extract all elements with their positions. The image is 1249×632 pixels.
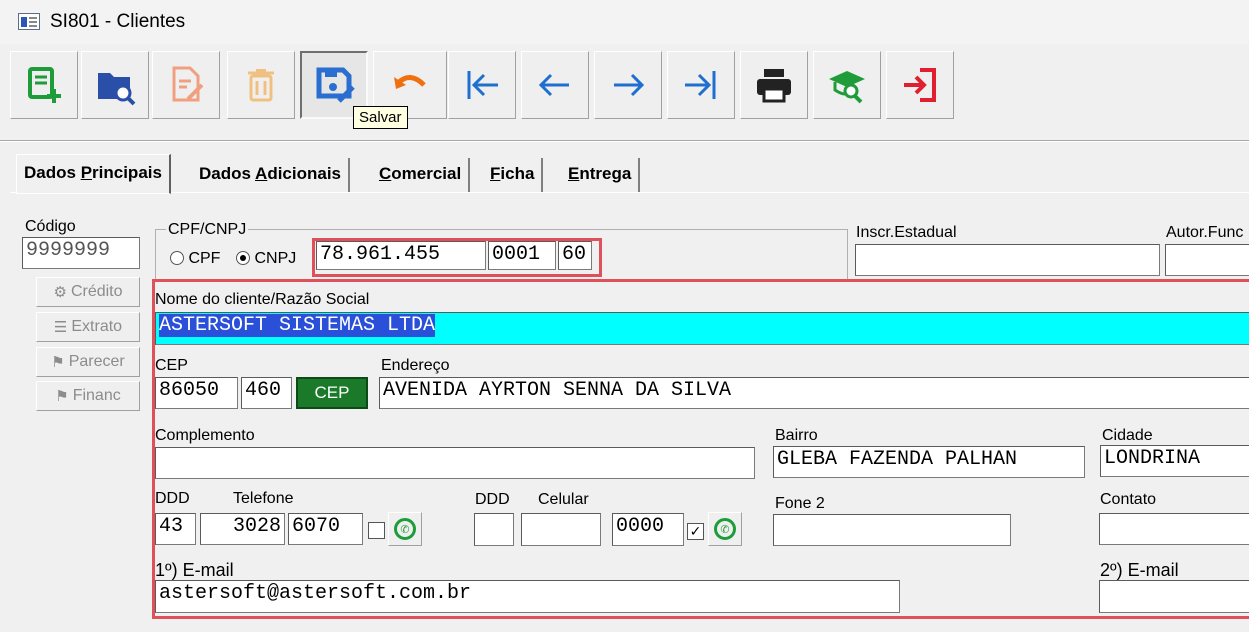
cpf-radio[interactable] [170, 251, 184, 265]
save-icon [316, 67, 355, 103]
exit-button[interactable] [886, 51, 954, 119]
tab-ficha[interactable]: Ficha [483, 158, 544, 192]
celular-field-2[interactable]: 0000 [612, 513, 684, 546]
autor-func-field[interactable] [1165, 244, 1249, 276]
bairro-field[interactable]: GLEBA FAZENDA PALHAN [773, 446, 1085, 478]
cnpj-radio[interactable] [236, 251, 250, 265]
search-folder-icon [98, 73, 136, 106]
new-button[interactable] [10, 51, 78, 119]
open-button[interactable] [81, 51, 149, 119]
delete-button[interactable] [227, 51, 295, 119]
first-record-button[interactable] [448, 51, 516, 119]
codigo-field[interactable]: 9999999 [22, 237, 140, 269]
ddd-label: DDD [155, 490, 190, 507]
telefone-whatsapp-button[interactable]: ✆ [388, 512, 422, 546]
fone2-field[interactable] [773, 514, 1011, 546]
ddd-celular-label: DDD [475, 491, 510, 508]
email1-field[interactable]: astersoft@astersoft.com.br [155, 580, 900, 613]
app-icon [18, 13, 40, 30]
last-record-button[interactable] [667, 51, 735, 119]
print-button[interactable] [740, 51, 808, 119]
endereco-field[interactable]: AVENIDA AYRTON SENNA DA SILVA [379, 377, 1249, 409]
cep-field-2[interactable]: 460 [241, 377, 292, 409]
next-record-icon [614, 73, 645, 97]
printer-icon [757, 69, 791, 103]
edit-document-icon [172, 66, 204, 102]
fone2-label: Fone 2 [775, 495, 825, 512]
tab-dados-adicionais[interactable]: Dados Adicionais [192, 158, 351, 192]
ddd-celular-field[interactable] [474, 513, 514, 546]
cep-lookup-button[interactable]: CEP [296, 377, 368, 409]
tab-dados-principais[interactable]: Dados Principais [16, 154, 171, 194]
trash-icon [248, 69, 274, 102]
endereco-label: Endereço [381, 357, 450, 374]
cpf-cnpj-label: CPF/CNPJ [166, 221, 249, 239]
nome-field[interactable]: ASTERSOFT SISTEMAS LTDA [155, 312, 1249, 345]
celular-whatsapp-button[interactable]: ✆ [708, 512, 742, 546]
financ-button[interactable]: ⚑ Financ [36, 381, 140, 411]
complemento-field[interactable] [155, 447, 755, 479]
telefone-whatsapp-checkbox[interactable] [368, 522, 385, 539]
cnpj-filial-field[interactable]: 0001 [488, 241, 556, 270]
inscr-estadual-label: Inscr.Estadual [856, 224, 957, 241]
previous-record-button[interactable] [521, 51, 589, 119]
search-hat-icon [829, 71, 865, 104]
complemento-label: Complemento [155, 427, 255, 444]
tab-panel-border [10, 192, 1249, 194]
undo-icon [394, 75, 426, 89]
autor-func-label: Autor.Func [1166, 224, 1244, 241]
ddd-field[interactable]: 43 [155, 513, 196, 545]
toolbar-separator [0, 140, 1249, 142]
celular-label: Celular [538, 491, 589, 508]
edit-button[interactable] [152, 51, 220, 119]
telefone-field-2[interactable]: 6070 [288, 513, 363, 545]
parecer-button[interactable]: ⚑ Parecer [36, 347, 140, 377]
telefone-label: Telefone [233, 490, 294, 507]
next-record-button[interactable] [594, 51, 662, 119]
cnpj-radio-option[interactable]: CNPJ [236, 249, 296, 268]
last-record-icon [685, 71, 716, 99]
cpf-radio-option[interactable]: CPF [170, 249, 220, 268]
previous-record-icon [538, 73, 569, 97]
tab-entrega[interactable]: Entrega [561, 158, 641, 192]
credito-button[interactable]: ⚙ Crédito [36, 277, 140, 307]
title-bar [0, 0, 1249, 44]
email2-label: 2º) E-mail [1100, 560, 1179, 580]
save-tooltip: Salvar [353, 106, 408, 129]
bairro-label: Bairro [775, 427, 818, 444]
celular-field-1[interactable] [521, 513, 601, 546]
cidade-field[interactable]: LONDRINA [1100, 445, 1249, 477]
statement-icon: ☰ [53, 319, 68, 336]
opinion-icon: ⚑ [51, 354, 65, 371]
nome-label: Nome do cliente/Razão Social [155, 291, 370, 308]
extrato-button[interactable]: ☰ Extrato [36, 312, 140, 342]
email1-label: 1º) E-mail [155, 560, 234, 580]
cidade-label: Cidade [1102, 427, 1153, 444]
cnpj-dv-field[interactable]: 60 [558, 241, 592, 270]
cep-label: CEP [155, 357, 188, 374]
window-title: SI801 - Clientes [50, 11, 186, 32]
search-button[interactable] [813, 51, 881, 119]
first-record-icon [467, 71, 498, 99]
codigo-label: Código [25, 218, 76, 235]
whatsapp-icon: ✆ [714, 518, 736, 540]
inscr-estadual-field[interactable] [855, 244, 1160, 276]
whatsapp-icon: ✆ [394, 518, 416, 540]
credit-icon: ⚙ [53, 284, 67, 301]
celular-whatsapp-checkbox[interactable]: ✓ [687, 523, 704, 540]
tab-comercial[interactable]: Comercial [372, 158, 471, 192]
cep-field-1[interactable]: 86050 [155, 377, 238, 409]
exit-icon [904, 68, 936, 102]
email2-field[interactable] [1099, 580, 1249, 613]
finance-icon: ⚑ [55, 388, 69, 405]
contato-label: Contato [1100, 491, 1157, 508]
contato-field[interactable] [1099, 513, 1249, 545]
new-record-icon [28, 67, 61, 103]
cnpj-base-field[interactable]: 78.961.455 [316, 241, 486, 270]
telefone-field-1[interactable]: 3028 [200, 513, 285, 545]
